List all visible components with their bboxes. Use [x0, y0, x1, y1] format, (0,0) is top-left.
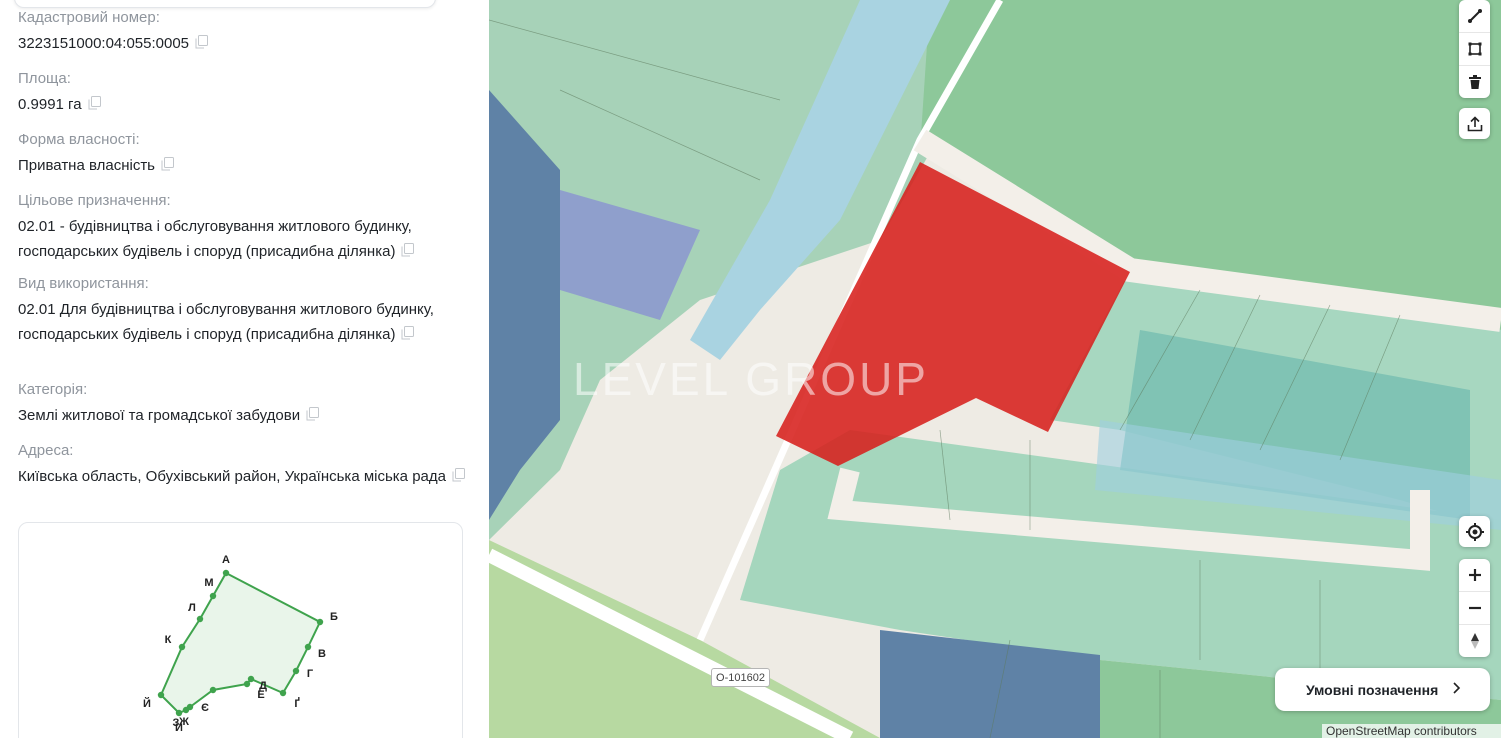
parcel-scheme: АБВГҐДЕЄЖЗИЙКЛМ: [18, 522, 463, 738]
field-area: Площа: 0.9991 га: [18, 69, 468, 117]
draw-toolbar: [1459, 0, 1490, 98]
watermark: LEVEL GROUP: [573, 353, 929, 405]
top-card-edge: [14, 0, 436, 8]
field-cadastral-number: Кадастровий номер: 3223151000:04:055:000…: [18, 8, 468, 56]
field-label: Вид використання:: [18, 275, 149, 292]
field-use-type: Вид використання: 02.01 Для будівництва …: [18, 274, 468, 347]
field-purpose: Цільове призначення: 02.01 - будівництва…: [18, 191, 468, 264]
field-label: Форма власності:: [18, 131, 140, 148]
draw-polygon-icon[interactable]: [1459, 33, 1490, 66]
scheme-vertex-label: Б: [330, 611, 338, 623]
parcel-scheme-drawing: АБВГҐДЕЄЖЗИЙКЛМ: [143, 554, 338, 734]
copy-icon[interactable]: [161, 157, 174, 171]
copy-icon[interactable]: [195, 35, 209, 49]
scheme-vertex-point: [157, 691, 165, 699]
field-category: Категорія: Землі житлової та громадської…: [18, 380, 468, 428]
road-label: О-101602: [711, 668, 770, 687]
scheme-vertex-point: [292, 667, 300, 675]
field-value: Київська область, Обухівський район, Укр…: [18, 468, 446, 485]
field-value: Землі житлової та громадської забудови: [18, 407, 301, 424]
map-attribution[interactable]: OpenStreetMap contributors: [1322, 724, 1501, 738]
copy-icon[interactable]: [452, 468, 465, 482]
scheme-vertex-point: [279, 689, 287, 697]
parcel-outline: [159, 571, 322, 715]
field-value: 0.9991 га: [18, 96, 82, 113]
legend-button[interactable]: Умовні позначення: [1275, 668, 1490, 711]
field-label: Площа:: [18, 70, 71, 87]
scheme-vertex-point: [209, 686, 217, 694]
trash-icon[interactable]: [1459, 66, 1490, 98]
field-label: Адреса:: [18, 442, 74, 459]
field-label: Кадастровий номер:: [18, 9, 160, 26]
scheme-vertex-point: [247, 675, 255, 683]
field-value: Приватна власність: [18, 157, 155, 174]
field-ownership: Форма власності: Приватна власність: [18, 130, 468, 178]
copy-icon[interactable]: [88, 96, 101, 110]
scheme-vertex-label: Л: [188, 602, 196, 614]
scheme-vertex-point: [209, 592, 217, 600]
copy-icon[interactable]: [401, 326, 415, 340]
scheme-vertex-label: Ґ: [294, 697, 300, 710]
scheme-vertex-point: [196, 615, 204, 623]
scheme-vertex-label: К: [165, 634, 172, 646]
scheme-vertex-point: [182, 706, 190, 714]
field-address: Адреса: Київська область, Обухівський ра…: [18, 441, 468, 489]
field-value: 3223151000:04:055:0005: [18, 35, 190, 52]
field-value: 02.01 - будівництва і обслуговування жит…: [18, 218, 412, 260]
scheme-vertex-point: [222, 569, 230, 577]
compass-icon[interactable]: [1459, 625, 1490, 657]
upload-icon[interactable]: [1459, 108, 1490, 139]
legend-button-label: Умовні позначення: [1306, 681, 1439, 698]
scheme-vertex-label: И: [175, 722, 183, 734]
chevron-right-icon: [1452, 681, 1461, 698]
locate-icon[interactable]: [1459, 516, 1490, 547]
scheme-vertex-point: [175, 709, 183, 717]
map-view[interactable]: LEVEL GROUP О-101602: [489, 0, 1501, 738]
scheme-vertex-point: [304, 643, 312, 651]
field-label: Цільове призначення:: [18, 192, 171, 209]
draw-line-icon[interactable]: [1459, 0, 1490, 33]
copy-icon[interactable]: [306, 407, 320, 421]
field-label: Категорія:: [18, 381, 88, 398]
scheme-vertex-label: М: [204, 577, 213, 589]
scheme-vertex-label: Й: [143, 697, 151, 710]
zoom-in-icon[interactable]: [1459, 559, 1490, 592]
scheme-vertex-label: Г: [307, 668, 314, 680]
scheme-vertex-label: Е: [257, 689, 264, 701]
scheme-vertex-label: Є: [201, 702, 209, 714]
scheme-vertex-point: [178, 643, 186, 651]
parcel-info-panel: Кадастровий номер: 3223151000:04:055:000…: [0, 0, 489, 738]
zoom-controls: [1459, 559, 1490, 657]
scheme-vertex-point: [243, 680, 251, 688]
copy-icon[interactable]: [401, 243, 415, 257]
scheme-vertex-label: А: [222, 554, 230, 566]
scheme-vertex-point: [316, 618, 324, 626]
zoom-out-icon[interactable]: [1459, 592, 1490, 625]
scheme-vertex-label: В: [318, 648, 326, 660]
field-value: 02.01 Для будівництва і обслуговування ж…: [18, 301, 434, 343]
